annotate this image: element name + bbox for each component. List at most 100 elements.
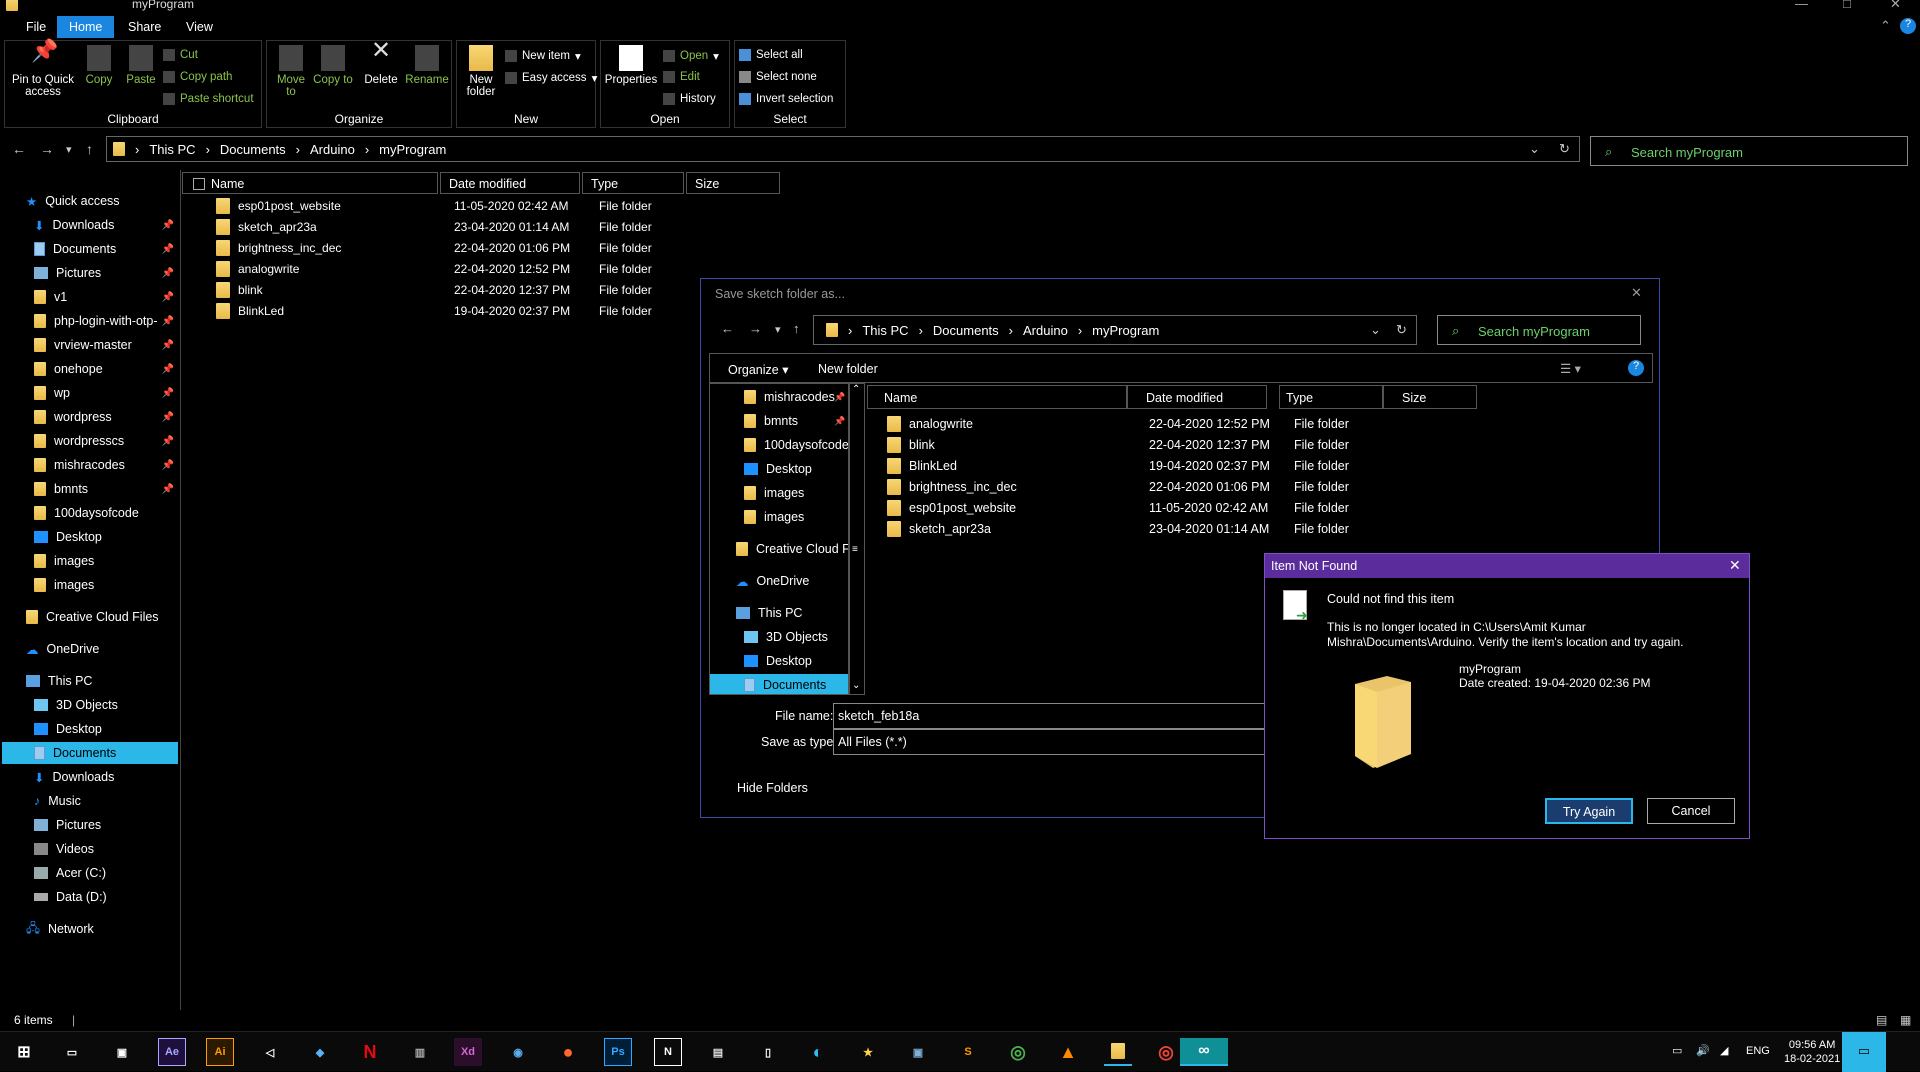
dialog-tree-item[interactable]: ☁ OneDrive <box>710 570 848 592</box>
breadcrumb-myprogram[interactable]: myProgram <box>1092 323 1159 338</box>
save-as-type-select[interactable]: All Files (*.*) <box>833 729 1265 755</box>
column-header-type[interactable]: Type <box>1279 385 1383 409</box>
tree-item[interactable]: Acer (C:) <box>0 862 180 884</box>
dialog-tree-item[interactable]: Desktop <box>710 458 848 480</box>
paste-shortcut-button[interactable]: Paste shortcut <box>163 93 254 105</box>
copy-to-button[interactable]: Copy to <box>313 45 353 86</box>
organize-menu[interactable]: Organize ▾ <box>728 362 789 377</box>
tree-quick-access[interactable]: ★ Quick access <box>0 190 180 212</box>
tree-item[interactable]: Pictures 📌 <box>0 262 180 284</box>
photos-app-icon[interactable]: ▣ <box>108 1038 136 1066</box>
tree-network[interactable]: 🖧 Network <box>0 918 180 940</box>
hide-folders-button[interactable]: Hide Folders <box>737 781 808 795</box>
breadcrumb-this-pc[interactable]: This PC <box>862 323 908 338</box>
tree-item[interactable]: Desktop <box>0 526 180 548</box>
address-dropdown-icon[interactable]: ⌄ <box>1529 141 1540 157</box>
try-again-button[interactable]: Try Again <box>1545 798 1633 824</box>
dialog-tree-item[interactable]: mishracodes 📌 <box>710 386 848 408</box>
delete-button[interactable]: ✕ Delete <box>359 39 403 87</box>
tree-item[interactable]: onehope 📌 <box>0 358 180 380</box>
tree-item-selected[interactable]: Documents <box>2 742 178 764</box>
dialog-tree-item[interactable]: images <box>710 482 848 504</box>
visual-studio-app-icon[interactable]: ◁ <box>256 1038 284 1066</box>
dialog-tree-item-selected[interactable]: Documents <box>710 674 848 694</box>
recent-locations-icon[interactable]: ▾ <box>775 323 781 336</box>
clock[interactable]: 09:56 AM 18-02-2021 <box>1784 1038 1840 1066</box>
up-arrow-icon[interactable]: ↑ <box>86 141 93 157</box>
column-header-name[interactable]: Name <box>182 172 438 194</box>
breadcrumb-arduino[interactable]: Arduino <box>310 142 355 157</box>
file-row[interactable]: sketch_apr23a 23-04-2020 01:14 AM File fol… <box>182 217 802 237</box>
tree-item[interactable]: Data (D:) <box>0 886 180 908</box>
tree-item[interactable]: ⬇ Downloads 📌 <box>0 214 180 236</box>
back-arrow-icon[interactable]: ← <box>721 321 734 336</box>
dialog-file-row[interactable]: sketch_apr23a 23-04-2020 01:14 AM File fol… <box>887 519 1349 539</box>
dialog-tree-scrollbar[interactable]: ⌃ ≡ ⌄ <box>849 383 865 695</box>
chrome-app-icon[interactable]: ◎ <box>1004 1038 1032 1066</box>
notion-app-icon[interactable]: N <box>654 1038 682 1066</box>
tree-item[interactable]: v1 📌 <box>0 286 180 308</box>
tree-item[interactable]: images <box>0 550 180 572</box>
paste-button[interactable]: Paste <box>121 45 161 86</box>
xd-app-icon[interactable]: Xd <box>454 1038 482 1066</box>
battery-icon[interactable]: ▭ <box>1672 1044 1682 1058</box>
edit-button[interactable]: Edit <box>663 71 700 83</box>
volume-icon[interactable]: 🔊 <box>1696 1044 1710 1058</box>
search-input[interactable]: ⌕ Search myProgram <box>1590 136 1908 166</box>
new-folder-button[interactable]: New folder <box>818 362 878 376</box>
arduino-app-icon[interactable]: ∞ <box>1180 1038 1228 1066</box>
forward-arrow-icon[interactable]: → <box>40 141 54 157</box>
tree-item[interactable]: wp 📌 <box>0 382 180 404</box>
document-app-icon[interactable]: ▤ <box>704 1038 732 1066</box>
scroll-thumb-icon[interactable]: ≡ <box>852 544 858 555</box>
wifi-icon[interactable]: ◢ <box>1720 1044 1728 1058</box>
dialog-tree-item[interactable]: Creative Cloud Fil <box>710 538 848 560</box>
file-row[interactable]: brightness_inc_dec 22-04-2020 01:06 PM Fil… <box>182 238 802 258</box>
dialog-file-row[interactable]: BlinkLed 19-04-2020 02:37 PM File folder <box>887 456 1349 476</box>
tree-item[interactable]: bmnts 📌 <box>0 478 180 500</box>
dialog-tree-item[interactable]: 3D Objects <box>710 626 848 648</box>
tree-item[interactable]: wordpresscs 📌 <box>0 430 180 452</box>
address-bar[interactable]: › This PC › Documents › Arduino › myProg… <box>106 136 1580 162</box>
tree-creative-cloud[interactable]: Creative Cloud Files <box>0 606 180 628</box>
tree-item[interactable]: Pictures <box>0 814 180 836</box>
tree-item[interactable]: 100daysofcode <box>0 502 180 524</box>
collapse-ribbon-icon[interactable]: ⌃ <box>1880 18 1891 34</box>
history-button[interactable]: History <box>663 93 716 105</box>
tree-item[interactable]: php-login-with-otp- 📌 <box>0 310 180 332</box>
tree-item[interactable]: mishracodes 📌 <box>0 454 180 476</box>
breadcrumb-this-pc[interactable]: This PC <box>149 142 195 157</box>
tree-item[interactable]: wordpress 📌 <box>0 406 180 428</box>
scroll-up-icon[interactable]: ⌃ <box>852 384 860 395</box>
open-button[interactable]: Open ▾ <box>663 49 719 63</box>
copy-button[interactable]: Copy <box>79 45 119 86</box>
vlc-app-icon[interactable]: ▲ <box>1054 1038 1082 1066</box>
postman-app-icon[interactable]: ● <box>554 1038 582 1066</box>
copy-path-button[interactable]: Copy path <box>163 71 232 83</box>
forward-arrow-icon[interactable]: → <box>749 321 762 336</box>
close-icon[interactable]: ✕ <box>1729 557 1741 574</box>
tree-item[interactable]: 3D Objects <box>0 694 180 716</box>
dialog-search-input[interactable]: ⌕ Search myProgram <box>1437 315 1641 345</box>
view-options-icon[interactable]: ☰ ▾ <box>1560 361 1581 376</box>
properties-button[interactable]: Properties <box>603 45 659 86</box>
editor-app-icon[interactable]: ▥ <box>406 1038 434 1066</box>
scroll-down-icon[interactable]: ⌄ <box>852 680 860 691</box>
rename-button[interactable]: Rename <box>405 45 449 86</box>
chrome-app-icon[interactable]: ◎ <box>1152 1038 1180 1066</box>
file-name-input[interactable]: sketch_feb18a <box>833 703 1265 729</box>
help-icon[interactable]: ? <box>1628 360 1644 376</box>
new-item-button[interactable]: New item ▾ <box>505 49 581 63</box>
tree-item[interactable]: images <box>0 574 180 596</box>
easy-access-button[interactable]: Easy access ▾ <box>505 71 597 85</box>
select-none-button[interactable]: Select none <box>739 71 817 83</box>
maximize-button[interactable]: □ <box>1843 0 1851 11</box>
notifications-icon[interactable]: ▭ <box>1842 1032 1886 1072</box>
column-header-size[interactable]: Size <box>1383 385 1477 409</box>
tab-home[interactable]: Home <box>57 16 115 38</box>
address-dropdown-icon[interactable]: ⌄ <box>1370 322 1381 338</box>
windows-start-icon[interactable]: ⊞ <box>10 1038 38 1066</box>
large-icons-view-icon[interactable]: ▦ <box>1900 1013 1911 1027</box>
tree-item[interactable]: vrview-master 📌 <box>0 334 180 356</box>
close-button[interactable]: ✕ <box>1890 0 1901 12</box>
